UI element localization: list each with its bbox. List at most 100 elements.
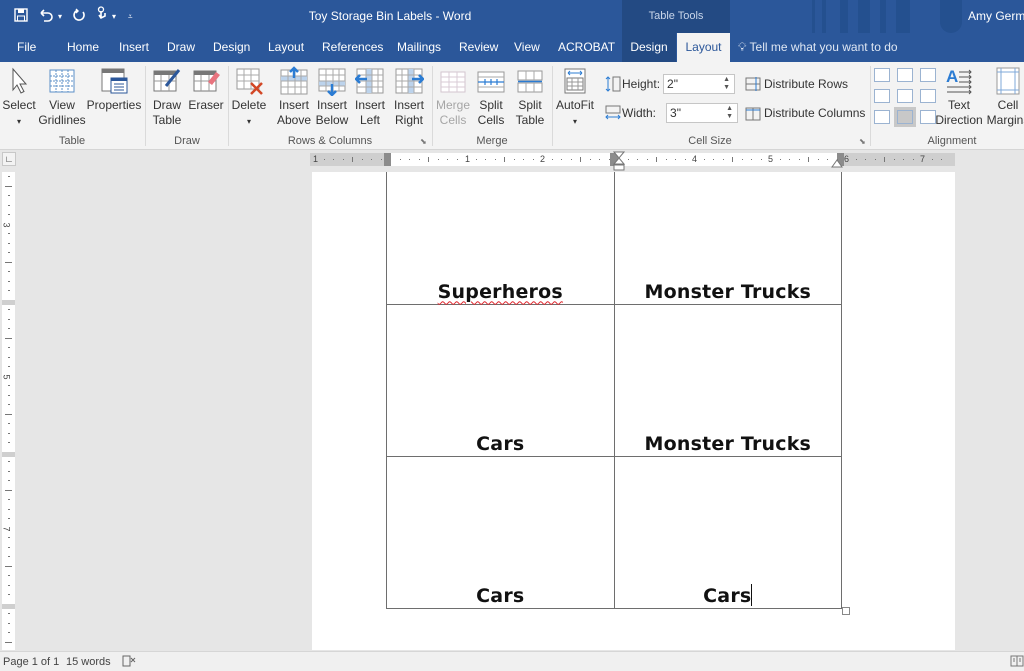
horizontal-ruler[interactable]: 1 1 2 4 5 6 7 bbox=[310, 151, 955, 171]
align-top-center-button[interactable] bbox=[897, 68, 913, 82]
height-input[interactable]: 2" ▲ ▼ bbox=[663, 74, 736, 94]
ruler-tick bbox=[722, 159, 724, 160]
tab-review[interactable]: Review bbox=[453, 33, 504, 62]
ruler-tick bbox=[855, 159, 857, 160]
text-direction-icon: A bbox=[946, 67, 972, 95]
tab-mailings[interactable]: Mailings bbox=[391, 33, 447, 62]
align-bottom-left-button[interactable] bbox=[874, 110, 890, 124]
ruler-tick bbox=[5, 641, 12, 643]
align-center-button[interactable] bbox=[897, 89, 913, 103]
tab-insert[interactable]: Insert bbox=[113, 33, 155, 62]
eraser-button[interactable]: Eraser bbox=[186, 66, 226, 113]
tab-acrobat[interactable]: ACROBAT bbox=[552, 33, 621, 62]
ruler-tick bbox=[8, 366, 10, 367]
height-spinner[interactable]: ▲ ▼ bbox=[723, 76, 730, 92]
ruler-tick bbox=[874, 159, 876, 160]
ruler-tick bbox=[656, 157, 657, 162]
tab-layout[interactable]: Layout bbox=[262, 33, 310, 62]
autofit-button[interactable]: AutoFit ▾ bbox=[554, 66, 596, 129]
insert-right-button[interactable]: Insert Right bbox=[390, 66, 428, 128]
insert-left-button[interactable]: Insert Left bbox=[352, 66, 388, 128]
align-bottom-center-button[interactable] bbox=[894, 107, 916, 127]
width-spinner[interactable]: ▲ ▼ bbox=[726, 105, 733, 121]
distribute-rows-button[interactable]: Distribute Rows bbox=[745, 76, 848, 92]
tab-selector-button[interactable]: ∟ bbox=[2, 152, 16, 166]
ruler-number: 1 bbox=[465, 154, 471, 164]
properties-button[interactable]: Properties bbox=[86, 66, 142, 113]
read-mode-icon[interactable] bbox=[1010, 655, 1024, 670]
tab-draw[interactable]: Draw bbox=[161, 33, 201, 62]
ruler-tick bbox=[8, 252, 10, 253]
tab-view[interactable]: View bbox=[508, 33, 546, 62]
merge-cells-button[interactable]: Merge Cells bbox=[434, 66, 472, 128]
select-button[interactable]: Select ▾ bbox=[2, 66, 36, 129]
ruler-tick bbox=[741, 159, 743, 160]
cell-text: Monster Trucks bbox=[644, 432, 812, 455]
ruler-tick bbox=[8, 632, 10, 633]
row-marker[interactable] bbox=[2, 452, 15, 457]
ruler-tick bbox=[8, 423, 10, 424]
view-gridlines-button[interactable]: View Gridlines bbox=[38, 66, 86, 128]
right-indent-marker-icon[interactable] bbox=[831, 158, 843, 168]
ruler-tick bbox=[399, 159, 401, 160]
insert-above-button[interactable]: Insert Above bbox=[275, 66, 313, 128]
word-count[interactable]: 15 words bbox=[66, 656, 111, 668]
draw-table-pencil-icon bbox=[153, 69, 181, 92]
background-decoration bbox=[880, 0, 886, 33]
row-marker[interactable] bbox=[2, 604, 15, 609]
table-resize-handle[interactable] bbox=[842, 607, 850, 615]
distribute-columns-button[interactable]: Distribute Columns bbox=[745, 105, 865, 121]
split-cells-button[interactable]: Split Cells bbox=[472, 66, 510, 128]
table-cell[interactable]: Cars bbox=[386, 303, 615, 457]
align-top-left-button[interactable] bbox=[874, 68, 890, 82]
table-cell[interactable]: Cars bbox=[386, 455, 615, 609]
tab-file[interactable]: File bbox=[11, 33, 42, 62]
draw-table-button[interactable]: Draw Table bbox=[148, 66, 186, 128]
group-label-merge: Merge bbox=[476, 135, 508, 147]
ruler-tick bbox=[570, 159, 572, 160]
vertical-ruler[interactable]: 3 5 7 bbox=[2, 172, 15, 650]
text-direction-button[interactable]: A Text Direction bbox=[934, 66, 984, 128]
split-table-button[interactable]: Split Table bbox=[510, 66, 550, 128]
rows-columns-launcher-icon[interactable]: ⬊ bbox=[420, 137, 427, 146]
table-cell[interactable]: Cars bbox=[613, 455, 843, 609]
ruler-tick bbox=[475, 159, 477, 160]
ruler-tick bbox=[5, 489, 12, 491]
ruler-tick bbox=[8, 271, 10, 272]
group-separator bbox=[870, 66, 871, 146]
table-cell[interactable]: Superheros bbox=[386, 172, 615, 305]
cell-margins-button[interactable]: CellMargins bbox=[986, 66, 1024, 128]
width-input[interactable]: 3" ▲ ▼ bbox=[666, 103, 739, 123]
delete-button[interactable]: Delete ▾ bbox=[230, 66, 268, 129]
insert-below-button[interactable]: Insert Below bbox=[313, 66, 351, 128]
page-count[interactable]: Page 1 of 1 bbox=[3, 656, 59, 668]
column-marker[interactable] bbox=[384, 153, 391, 166]
tab-design[interactable]: Design bbox=[207, 33, 256, 62]
tab-table-layout[interactable]: Layout bbox=[677, 33, 730, 62]
table-cell[interactable]: Monster Trucks bbox=[613, 303, 843, 457]
tab-references[interactable]: References bbox=[316, 33, 389, 62]
user-name[interactable]: Amy Germ bbox=[968, 9, 1024, 23]
ruler-tick bbox=[8, 233, 10, 234]
ruler-tick bbox=[8, 195, 10, 196]
misspelled-word[interactable]: Superheros bbox=[438, 281, 563, 303]
background-decoration bbox=[812, 0, 815, 33]
ruler-tick bbox=[8, 432, 10, 434]
ruler-tick bbox=[8, 280, 10, 282]
proofing-icon[interactable] bbox=[122, 655, 136, 670]
indent-marker-icon[interactable] bbox=[613, 151, 625, 173]
labels-table[interactable]: Superheros Monster Trucks Cars Monster T… bbox=[386, 172, 843, 609]
tell-me-box[interactable]: 💡︎ Tell me what you want to do bbox=[738, 33, 898, 62]
ruler-tick bbox=[713, 159, 714, 160]
ruler-tick bbox=[703, 159, 705, 160]
ruler-number: 7 bbox=[1, 526, 12, 532]
table-cell[interactable]: Monster Trucks bbox=[613, 172, 843, 305]
ruler-number: 2 bbox=[540, 154, 546, 164]
tab-home[interactable]: Home bbox=[61, 33, 105, 62]
ruler-tick bbox=[485, 159, 486, 160]
align-center-left-button[interactable] bbox=[874, 89, 890, 103]
row-marker[interactable] bbox=[2, 300, 15, 305]
column-width-icon bbox=[605, 105, 621, 120]
tab-table-design[interactable]: Design bbox=[622, 33, 676, 62]
cell-size-launcher-icon[interactable]: ⬊ bbox=[859, 137, 866, 146]
